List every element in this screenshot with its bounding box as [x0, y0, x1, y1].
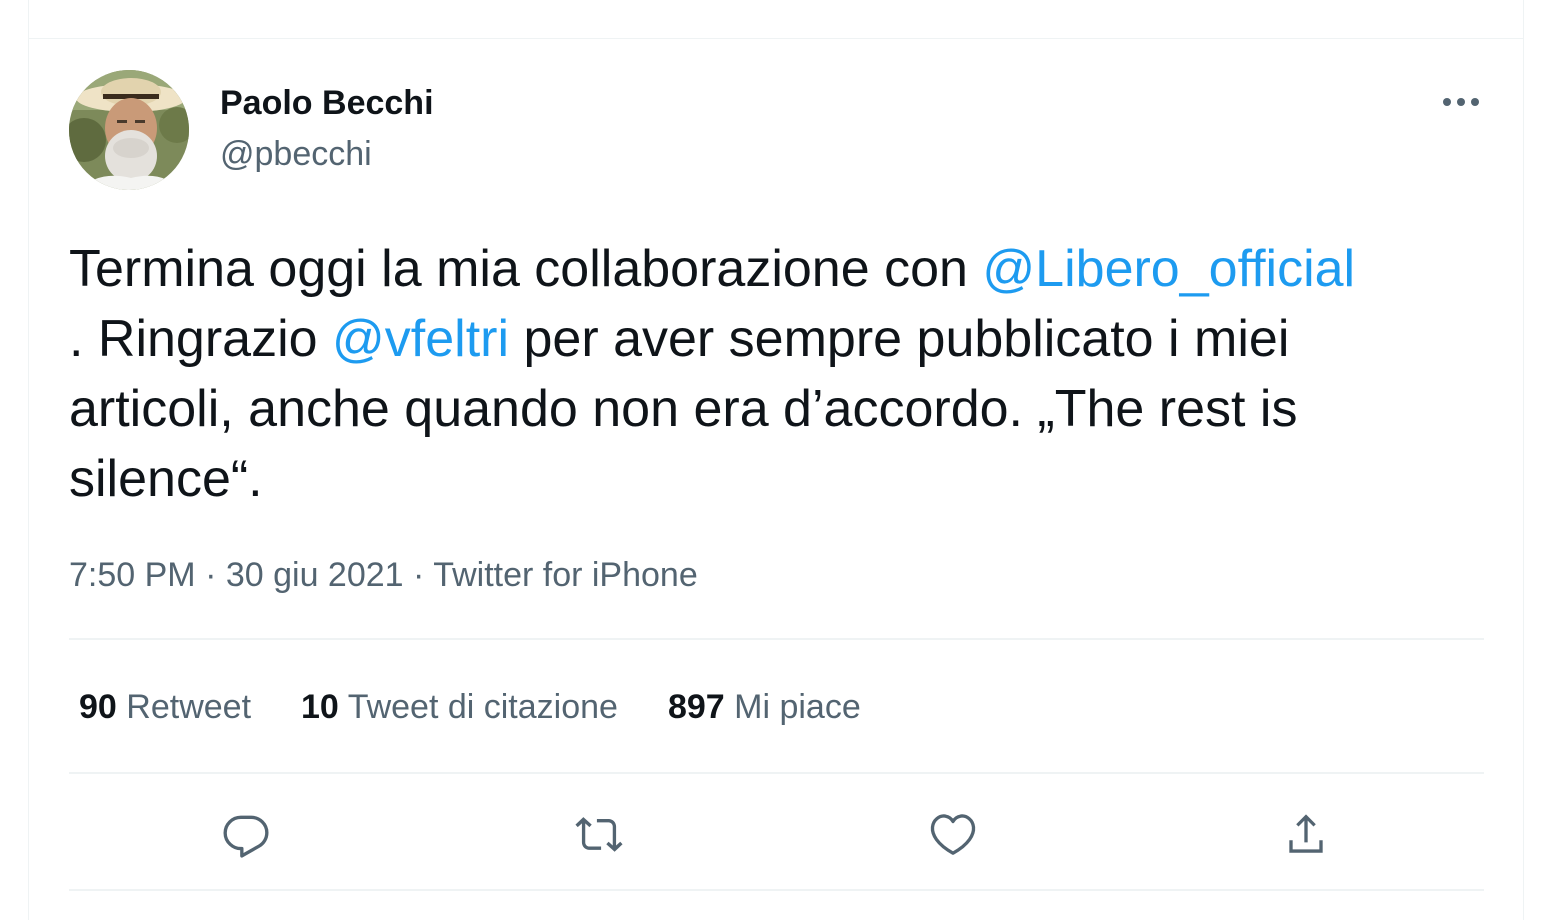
tweet-meta: 7:50 PM · 30 giu 2021 · Twitter for iPho… [69, 556, 698, 595]
tweet-source-link[interactable]: Twitter for iPhone [433, 556, 698, 594]
divider [69, 638, 1484, 640]
tweet-time[interactable]: 7:50 PM [69, 556, 196, 594]
tweet-text: Termina oggi la mia collaborazione con @… [69, 234, 1489, 514]
more-options-button[interactable] [1436, 80, 1486, 124]
avatar-photo [69, 70, 189, 190]
more-horizontal-icon [1443, 98, 1479, 106]
stat-label: Tweet di citazione [347, 688, 618, 726]
text-segment: articoli, anche quando non era d’accordo… [69, 380, 1298, 438]
meta-separator: · [195, 556, 226, 594]
like-icon [930, 814, 976, 855]
user-handle[interactable]: @pbecchi [220, 135, 372, 174]
text-segment: Termina oggi la mia collaborazione con [69, 240, 983, 298]
mention-link[interactable]: @Libero_official [982, 240, 1355, 298]
meta-separator: · [403, 556, 434, 594]
stat-count: 10 [301, 688, 339, 726]
like-count-link[interactable]: 897 Mi piace [668, 688, 861, 727]
retweet-icon [575, 817, 623, 852]
stat-label: Mi piace [734, 688, 861, 726]
avatar[interactable] [69, 70, 189, 190]
retweet-button[interactable] [571, 806, 627, 862]
mention-link[interactable]: @vfeltri [332, 310, 509, 368]
divider [69, 889, 1484, 891]
like-button[interactable] [925, 806, 981, 862]
tweet-text-line: . Ringrazio @vfeltri per aver sempre pub… [69, 304, 1489, 374]
tweet-text-line: Termina oggi la mia collaborazione con @… [69, 234, 1489, 304]
stat-count: 897 [667, 688, 725, 726]
tweet-text-line: silence“. [69, 444, 1489, 514]
tweet-stats: 90 Retweet 10 Tweet di citazione 897 Mi … [79, 688, 911, 727]
share-icon [1289, 814, 1323, 853]
reply-icon [223, 815, 269, 858]
divider [69, 772, 1484, 774]
text-segment: per aver sempre pubblicato i miei [509, 310, 1290, 368]
quote-tweet-count-link[interactable]: 10 Tweet di citazione [301, 688, 618, 727]
top-divider [28, 38, 1524, 39]
reply-button[interactable] [218, 806, 274, 862]
display-name[interactable]: Paolo Becchi [220, 84, 434, 123]
text-segment: . Ringrazio [69, 310, 332, 368]
share-button[interactable] [1278, 806, 1334, 862]
tweet-date[interactable]: 30 giu 2021 [226, 556, 404, 594]
tweet-text-line: articoli, anche quando non era d’accordo… [69, 374, 1489, 444]
stat-label: Retweet [126, 688, 252, 726]
stat-count: 90 [79, 688, 117, 726]
retweet-count-link[interactable]: 90 Retweet [79, 688, 251, 727]
text-segment: silence“. [69, 450, 263, 508]
